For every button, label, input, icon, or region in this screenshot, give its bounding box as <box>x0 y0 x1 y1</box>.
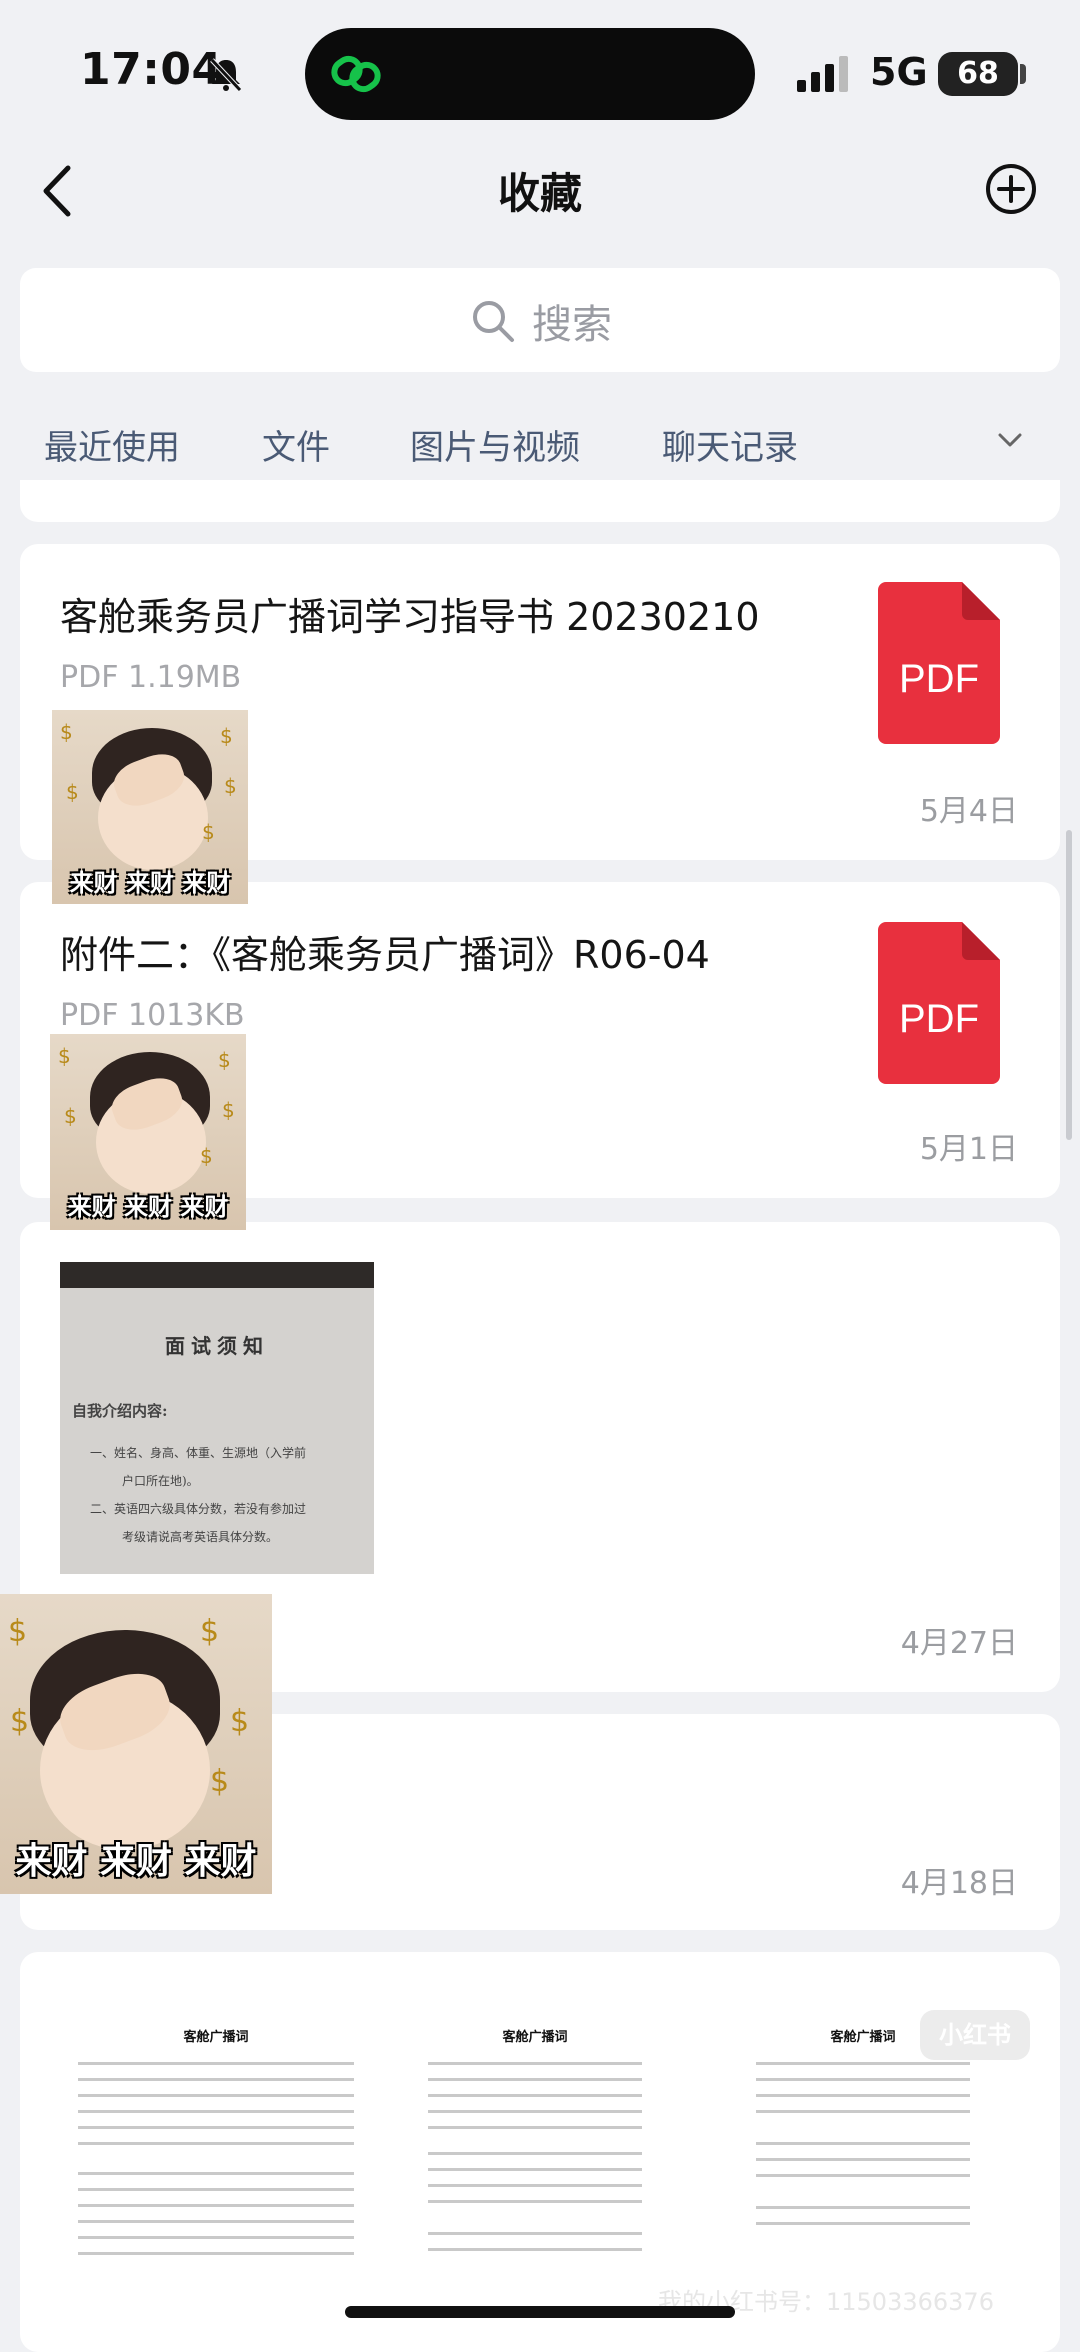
pdf-file-icon: PDF <box>878 922 1000 1084</box>
item-date: 5月1日 <box>919 1132 1018 1167</box>
chevron-down-icon[interactable] <box>990 420 1030 460</box>
search-icon <box>473 301 514 342</box>
doc-line: 一、姓名、身高、体重、生源地（入学前 <box>90 1446 307 1460</box>
pdf-file-icon: PDF <box>878 582 1000 744</box>
item-title: 客舱乘务员广播词学习指导书 20230210 <box>60 595 760 639</box>
doc-line: 户口所在地)。 <box>122 1474 199 1488</box>
scrollbar[interactable] <box>1066 830 1072 1140</box>
mute-bell-icon <box>210 58 242 92</box>
network-type: 5G <box>870 50 928 94</box>
doc-title: 面试须知 <box>165 1334 269 1358</box>
status-time: 17:04 <box>80 44 223 95</box>
tab-media[interactable]: 图片与视频 <box>410 420 580 469</box>
page-title: 客舱广播词 <box>502 2030 568 2045</box>
item-date: 4月18日 <box>900 1866 1018 1901</box>
add-circle-icon[interactable] <box>984 162 1038 216</box>
item-title: 附件二：《客舱乘务员广播词》R06-04 <box>60 933 710 977</box>
page-title: 客舱广播词 <box>183 2030 249 2045</box>
doc-line: 二、英语四六级具体分数，若没有参加过 <box>90 1502 307 1516</box>
item-meta: PDF 1013KB <box>60 998 245 1033</box>
sticker-caption: 来财 来财 来财 <box>67 1193 229 1221</box>
sticker-caption: 来财 来财 来财 <box>15 1841 257 1882</box>
battery-tip <box>1020 64 1026 84</box>
doc-line: 自我介绍内容: <box>72 1402 168 1420</box>
signal-icon <box>797 56 848 92</box>
pdf-label: PDF <box>899 997 979 1041</box>
doc-line: 考级请说高考英语具体分数。 <box>122 1530 279 1544</box>
sticker-caption: 来财 来财 来财 <box>69 869 231 897</box>
tab-recent[interactable]: 最近使用 <box>44 420 180 469</box>
battery-indicator: 68 <box>938 52 1018 96</box>
sticker-image: $ $ $ $ $ 来财 来财 来财 <box>0 1594 272 1894</box>
document-page: 客舱广播词 <box>60 1992 372 2292</box>
pdf-label: PDF <box>899 657 979 701</box>
list-item-partial[interactable] <box>20 480 1060 522</box>
item-meta: PDF 1.19MB <box>60 660 242 695</box>
sticker-image: $ $ $ $ $ 来财 来财 来财 <box>52 710 248 904</box>
app-link-icon <box>331 55 381 93</box>
tab-chat-history[interactable]: 聊天记录 <box>662 420 798 469</box>
document-page: 客舱广播词 <box>410 1992 660 2292</box>
page-title: 收藏 <box>497 169 582 218</box>
watermark-logo: 小红书 <box>920 2010 1030 2060</box>
document-photo: 面试须知 自我介绍内容: 一、姓名、身高、体重、生源地（入学前 户口所在地)。 … <box>60 1262 374 1574</box>
sticker-image: $ $ $ $ $ 来财 来财 来财 <box>50 1034 246 1230</box>
tab-files[interactable]: 文件 <box>262 420 330 469</box>
search-placeholder: 搜索 <box>532 302 612 348</box>
item-date: 4月27日 <box>900 1626 1018 1661</box>
home-indicator[interactable] <box>345 2306 735 2318</box>
item-date: 5月4日 <box>919 794 1018 829</box>
